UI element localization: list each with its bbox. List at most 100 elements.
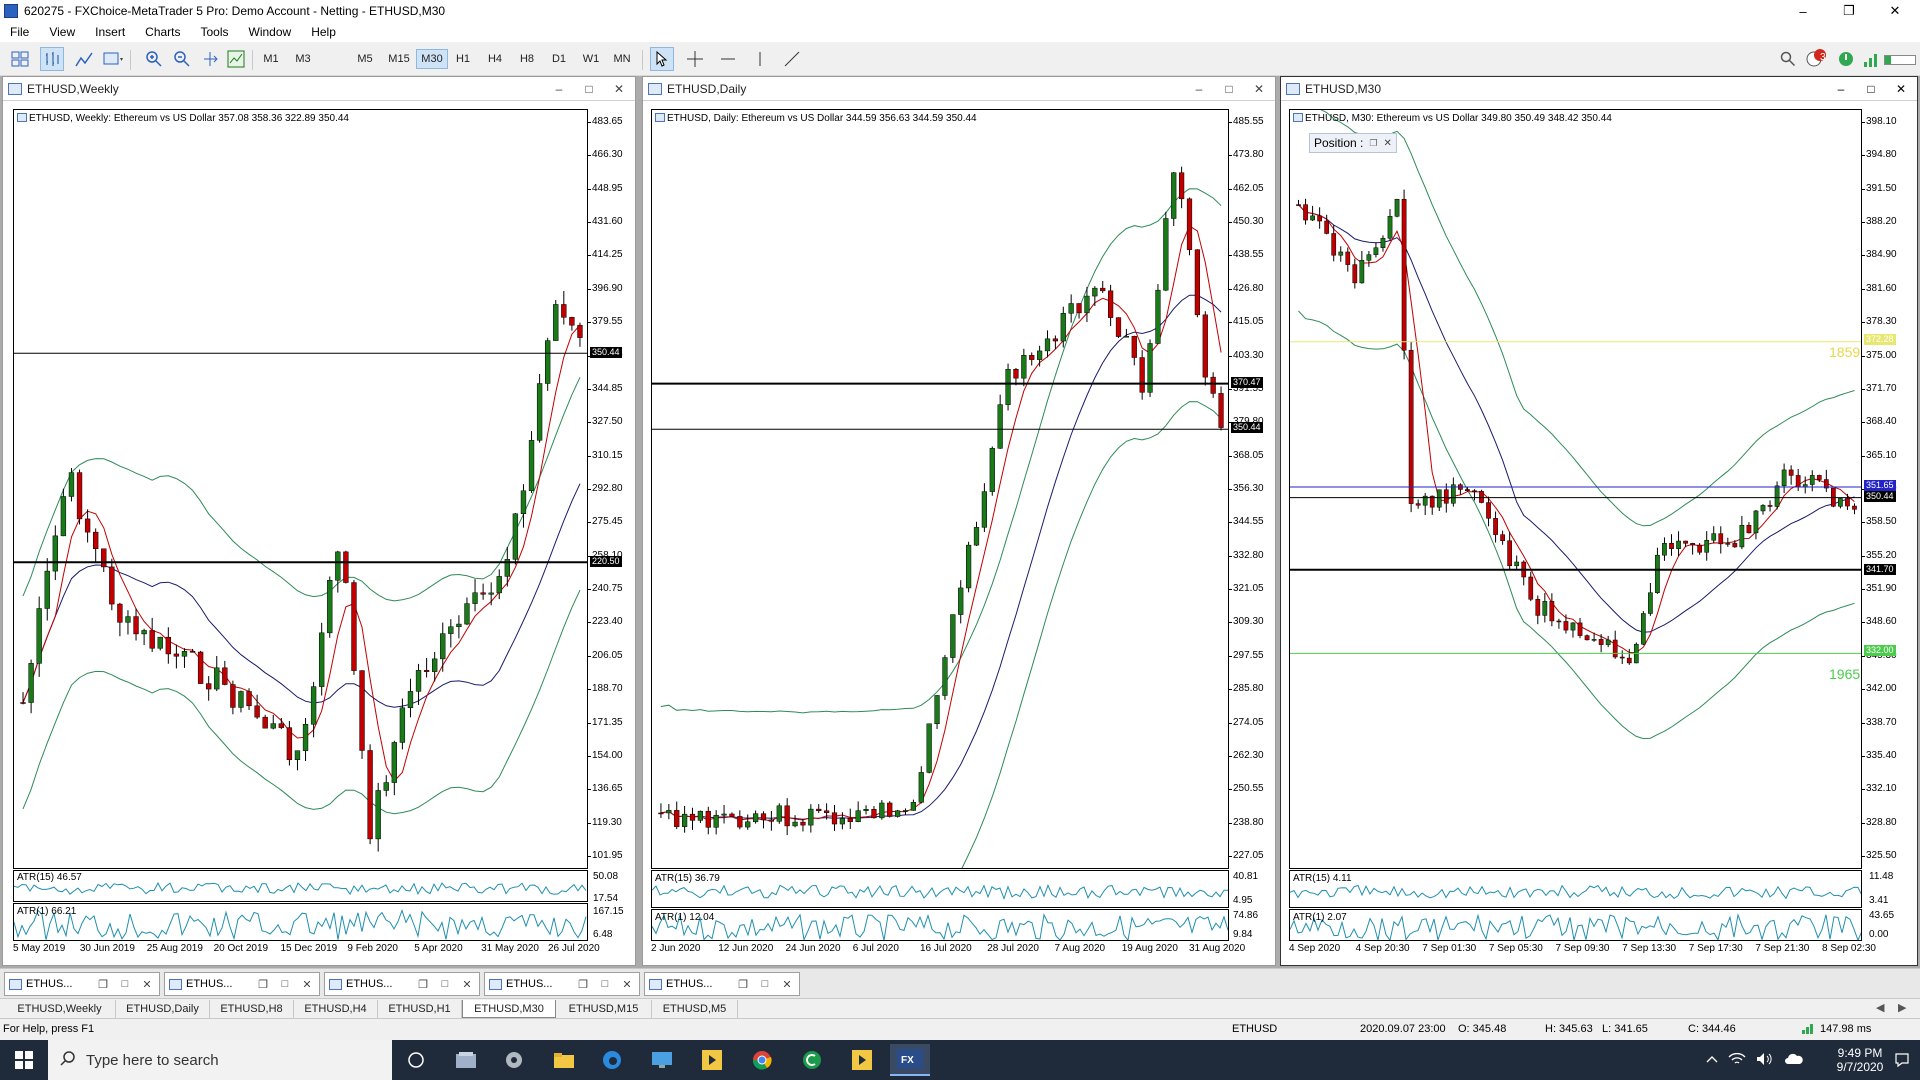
search-icon[interactable]: [1776, 47, 1800, 71]
chart-window-titlebar: ETHUSD,Daily – □ ✕: [643, 77, 1275, 101]
timeframe-m30[interactable]: M30: [416, 49, 448, 69]
tab-ethusd-m30[interactable]: ETHUSD,M30: [462, 1000, 556, 1018]
close-button[interactable]: ✕: [1872, 0, 1918, 22]
price-level-tag: 332.00: [1864, 645, 1896, 656]
menu-charts[interactable]: Charts: [135, 25, 190, 39]
zoom-out-icon[interactable]: [170, 47, 194, 71]
line-chart-icon[interactable]: [72, 47, 96, 71]
crosshair-icon[interactable]: [683, 47, 707, 71]
window-minimize-button[interactable]: –: [549, 80, 569, 98]
indicators-icon[interactable]: [224, 47, 248, 71]
price-axis-tick: 368.40: [1862, 416, 1897, 428]
tab-ethusd-weekly[interactable]: ETHUSD,Weekly: [4, 1000, 116, 1018]
menu-tools[interactable]: Tools: [191, 25, 239, 39]
position-restore-icon[interactable]: ❐: [1369, 138, 1377, 149]
vertical-line-icon[interactable]: [748, 47, 772, 71]
app-chrome-icon[interactable]: [742, 1044, 782, 1076]
app-folder-icon[interactable]: [544, 1044, 584, 1076]
position-close-icon[interactable]: ✕: [1383, 138, 1391, 149]
app-fxchoice-icon[interactable]: FX: [890, 1044, 930, 1076]
taskbar-search-box[interactable]: Type here to search: [48, 1040, 392, 1080]
timeframe-h4[interactable]: H4: [482, 49, 508, 69]
cursor-icon[interactable]: [650, 47, 674, 71]
candle-body: [125, 616, 131, 623]
maximize-icon: □: [601, 978, 609, 990]
window-close-button[interactable]: ✕: [1249, 80, 1269, 98]
profiles-icon[interactable]: [8, 47, 32, 71]
app-settings-icon[interactable]: [494, 1044, 534, 1076]
time-axis-tick: 25 Aug 2019: [146, 943, 203, 954]
minimized-window[interactable]: ETHUS... ❐ □ ✕: [164, 972, 320, 996]
zoom-in-icon[interactable]: [142, 47, 166, 71]
minimized-window[interactable]: ETHUS... ❐ □ ✕: [484, 972, 640, 996]
bar-chart-icon[interactable]: [40, 47, 64, 71]
window-minimize-button[interactable]: –: [1831, 80, 1851, 98]
menu-file[interactable]: File: [0, 25, 39, 39]
restore-button[interactable]: ❐: [1826, 0, 1872, 22]
timeframe-d1[interactable]: D1: [546, 49, 572, 69]
menu-help[interactable]: Help: [301, 25, 346, 39]
scroll-left-icon[interactable]: ◀: [1876, 1001, 1884, 1014]
trendline-icon[interactable]: [780, 47, 804, 71]
timeframe-m1[interactable]: M1: [256, 49, 286, 69]
window-close-button[interactable]: ✕: [609, 80, 629, 98]
task-view-icon[interactable]: [396, 1044, 436, 1076]
menu-window[interactable]: Window: [239, 25, 302, 39]
app-green-icon[interactable]: [792, 1044, 832, 1076]
app-explorer-icon[interactable]: [446, 1044, 486, 1076]
window-maximize-button[interactable]: □: [1861, 80, 1881, 98]
minimized-window[interactable]: ETHUS... ❐ □ ✕: [644, 972, 800, 996]
menu-view[interactable]: View: [39, 25, 85, 39]
candle-body: [1767, 505, 1773, 507]
tab-ethusd-h8[interactable]: ETHUSD,H8: [210, 1000, 294, 1018]
timeframe-h1[interactable]: H1: [450, 49, 476, 69]
tab-ethusd-m5[interactable]: ETHUSD,M5: [652, 1000, 738, 1018]
price-plot-m30[interactable]: [1289, 109, 1862, 869]
tray-network-icon[interactable]: [1728, 1052, 1746, 1069]
notification-center-icon[interactable]: [1894, 1040, 1910, 1080]
app-edge-icon[interactable]: [592, 1044, 632, 1076]
price-plot-weekly[interactable]: [13, 109, 588, 869]
tray-volume-icon[interactable]: [1756, 1052, 1774, 1069]
scroll-right-icon[interactable]: ▶: [1898, 1001, 1906, 1014]
chart-shift-icon[interactable]: [198, 47, 222, 71]
candle-body: [1753, 510, 1759, 534]
app-presentation-icon[interactable]: [842, 1044, 882, 1076]
menu-insert[interactable]: Insert: [85, 25, 135, 39]
app-presentation-icon[interactable]: [692, 1044, 732, 1076]
horizontal-line-icon[interactable]: [716, 47, 740, 71]
template-icon[interactable]: [102, 47, 126, 71]
window-maximize-button[interactable]: □: [579, 80, 599, 98]
timeframe-m5[interactable]: M5: [350, 49, 380, 69]
tab-ethusd-m15[interactable]: ETHUSD,M15: [556, 1000, 652, 1018]
timeframe-m15[interactable]: M15: [382, 49, 416, 69]
indicator-line: [22, 324, 581, 782]
window-close-button[interactable]: ✕: [1891, 80, 1911, 98]
tray-clock[interactable]: 9:49 PM 9/7/2020: [1834, 1040, 1886, 1080]
app-desktop-icon[interactable]: [642, 1044, 682, 1076]
menu-bar: File View Insert Charts Tools Window Hel…: [0, 22, 1920, 42]
candle-body: [181, 651, 188, 657]
timeframe-mn[interactable]: MN: [608, 49, 636, 69]
windows-start-icon[interactable]: [0, 1040, 48, 1080]
tab-ethusd-h1[interactable]: ETHUSD,H1: [378, 1000, 462, 1018]
price-plot-daily[interactable]: [651, 109, 1229, 869]
atr1-axis-min: 6.48: [593, 929, 613, 940]
tray-onedrive-icon[interactable]: [1784, 1053, 1804, 1068]
window-minimize-button[interactable]: –: [1189, 80, 1209, 98]
position-panel[interactable]: Position : ❐ ✕: [1309, 133, 1397, 153]
tab-ethusd-h4[interactable]: ETHUSD,H4: [294, 1000, 378, 1018]
timeframe-m3[interactable]: M3: [288, 49, 318, 69]
candle-body: [745, 821, 751, 828]
tab-ethusd-daily[interactable]: ETHUSD,Daily: [116, 1000, 210, 1018]
signal-icon[interactable]: [1834, 47, 1858, 71]
atr-line: [1290, 884, 1861, 900]
timeframe-w1[interactable]: W1: [578, 49, 604, 69]
minimized-window[interactable]: ETHUS... ❐ □ ✕: [4, 972, 160, 996]
timeframe-h8[interactable]: H8: [514, 49, 540, 69]
tray-chevron-up-icon[interactable]: [1706, 1053, 1718, 1067]
window-maximize-button[interactable]: □: [1219, 80, 1239, 98]
minimized-window[interactable]: ETHUS... ❐ □ ✕: [324, 972, 480, 996]
candle-body: [1202, 314, 1208, 378]
minimize-button[interactable]: –: [1780, 0, 1826, 22]
